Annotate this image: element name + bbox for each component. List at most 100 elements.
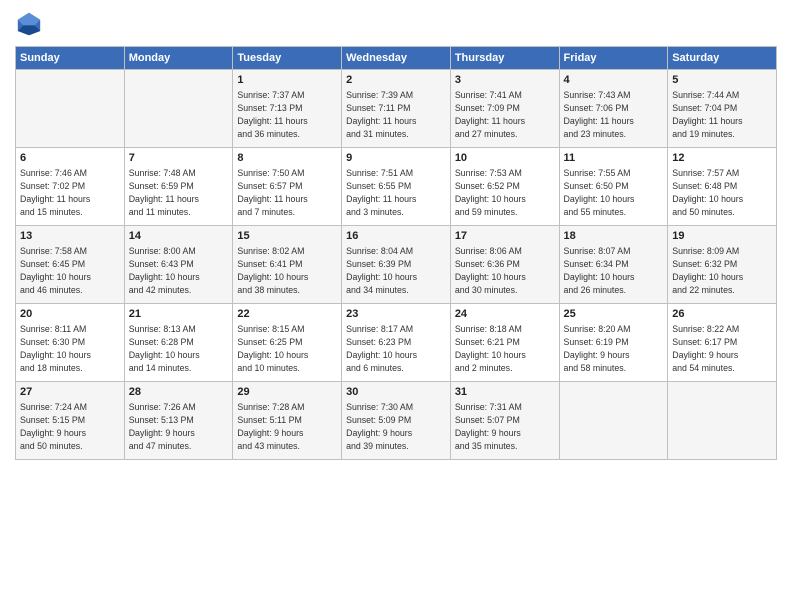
calendar-cell: 22Sunrise: 8:15 AM Sunset: 6:25 PM Dayli…	[233, 304, 342, 382]
day-content: Sunrise: 7:30 AM Sunset: 5:09 PM Dayligh…	[346, 401, 446, 452]
day-number: 26	[672, 307, 772, 322]
day-content: Sunrise: 7:31 AM Sunset: 5:07 PM Dayligh…	[455, 401, 555, 452]
day-content: Sunrise: 8:18 AM Sunset: 6:21 PM Dayligh…	[455, 323, 555, 374]
day-content: Sunrise: 7:24 AM Sunset: 5:15 PM Dayligh…	[20, 401, 120, 452]
day-number: 23	[346, 307, 446, 322]
calendar-cell: 15Sunrise: 8:02 AM Sunset: 6:41 PM Dayli…	[233, 226, 342, 304]
calendar-cell: 19Sunrise: 8:09 AM Sunset: 6:32 PM Dayli…	[668, 226, 777, 304]
calendar-cell: 9Sunrise: 7:51 AM Sunset: 6:55 PM Daylig…	[342, 148, 451, 226]
logo	[15, 10, 47, 38]
page: SundayMondayTuesdayWednesdayThursdayFrid…	[0, 0, 792, 612]
day-number: 18	[564, 229, 664, 244]
day-content: Sunrise: 7:37 AM Sunset: 7:13 PM Dayligh…	[237, 89, 337, 140]
day-content: Sunrise: 8:04 AM Sunset: 6:39 PM Dayligh…	[346, 245, 446, 296]
day-number: 6	[20, 151, 120, 166]
day-number: 21	[129, 307, 229, 322]
calendar-cell: 1Sunrise: 7:37 AM Sunset: 7:13 PM Daylig…	[233, 70, 342, 148]
day-number: 7	[129, 151, 229, 166]
col-header-saturday: Saturday	[668, 47, 777, 70]
day-content: Sunrise: 8:06 AM Sunset: 6:36 PM Dayligh…	[455, 245, 555, 296]
day-content: Sunrise: 7:48 AM Sunset: 6:59 PM Dayligh…	[129, 167, 229, 218]
header	[15, 10, 777, 38]
day-content: Sunrise: 8:11 AM Sunset: 6:30 PM Dayligh…	[20, 323, 120, 374]
day-number: 15	[237, 229, 337, 244]
day-number: 3	[455, 73, 555, 88]
day-number: 28	[129, 385, 229, 400]
calendar-cell: 6Sunrise: 7:46 AM Sunset: 7:02 PM Daylig…	[16, 148, 125, 226]
calendar-cell: 23Sunrise: 8:17 AM Sunset: 6:23 PM Dayli…	[342, 304, 451, 382]
week-row-1: 1Sunrise: 7:37 AM Sunset: 7:13 PM Daylig…	[16, 70, 777, 148]
day-content: Sunrise: 7:51 AM Sunset: 6:55 PM Dayligh…	[346, 167, 446, 218]
day-content: Sunrise: 8:07 AM Sunset: 6:34 PM Dayligh…	[564, 245, 664, 296]
calendar-cell: 13Sunrise: 7:58 AM Sunset: 6:45 PM Dayli…	[16, 226, 125, 304]
calendar-cell: 29Sunrise: 7:28 AM Sunset: 5:11 PM Dayli…	[233, 382, 342, 460]
day-content: Sunrise: 7:39 AM Sunset: 7:11 PM Dayligh…	[346, 89, 446, 140]
calendar-cell: 16Sunrise: 8:04 AM Sunset: 6:39 PM Dayli…	[342, 226, 451, 304]
calendar-cell: 31Sunrise: 7:31 AM Sunset: 5:07 PM Dayli…	[450, 382, 559, 460]
col-header-wednesday: Wednesday	[342, 47, 451, 70]
day-content: Sunrise: 8:22 AM Sunset: 6:17 PM Dayligh…	[672, 323, 772, 374]
calendar-cell: 24Sunrise: 8:18 AM Sunset: 6:21 PM Dayli…	[450, 304, 559, 382]
logo-icon	[15, 10, 43, 38]
calendar-cell: 25Sunrise: 8:20 AM Sunset: 6:19 PM Dayli…	[559, 304, 668, 382]
day-number: 10	[455, 151, 555, 166]
week-row-2: 6Sunrise: 7:46 AM Sunset: 7:02 PM Daylig…	[16, 148, 777, 226]
day-number: 4	[564, 73, 664, 88]
day-number: 17	[455, 229, 555, 244]
day-number: 9	[346, 151, 446, 166]
day-number: 1	[237, 73, 337, 88]
col-header-monday: Monday	[124, 47, 233, 70]
day-content: Sunrise: 7:58 AM Sunset: 6:45 PM Dayligh…	[20, 245, 120, 296]
day-number: 19	[672, 229, 772, 244]
day-content: Sunrise: 7:46 AM Sunset: 7:02 PM Dayligh…	[20, 167, 120, 218]
calendar-table: SundayMondayTuesdayWednesdayThursdayFrid…	[15, 46, 777, 460]
day-number: 30	[346, 385, 446, 400]
day-number: 24	[455, 307, 555, 322]
week-row-5: 27Sunrise: 7:24 AM Sunset: 5:15 PM Dayli…	[16, 382, 777, 460]
day-number: 20	[20, 307, 120, 322]
calendar-cell: 11Sunrise: 7:55 AM Sunset: 6:50 PM Dayli…	[559, 148, 668, 226]
calendar-cell: 21Sunrise: 8:13 AM Sunset: 6:28 PM Dayli…	[124, 304, 233, 382]
calendar-cell	[124, 70, 233, 148]
day-number: 13	[20, 229, 120, 244]
day-number: 25	[564, 307, 664, 322]
week-row-4: 20Sunrise: 8:11 AM Sunset: 6:30 PM Dayli…	[16, 304, 777, 382]
day-content: Sunrise: 8:09 AM Sunset: 6:32 PM Dayligh…	[672, 245, 772, 296]
calendar-cell	[668, 382, 777, 460]
day-content: Sunrise: 7:41 AM Sunset: 7:09 PM Dayligh…	[455, 89, 555, 140]
calendar-cell: 20Sunrise: 8:11 AM Sunset: 6:30 PM Dayli…	[16, 304, 125, 382]
day-number: 12	[672, 151, 772, 166]
calendar-cell: 12Sunrise: 7:57 AM Sunset: 6:48 PM Dayli…	[668, 148, 777, 226]
day-number: 2	[346, 73, 446, 88]
calendar-cell: 4Sunrise: 7:43 AM Sunset: 7:06 PM Daylig…	[559, 70, 668, 148]
calendar-cell: 27Sunrise: 7:24 AM Sunset: 5:15 PM Dayli…	[16, 382, 125, 460]
day-content: Sunrise: 7:26 AM Sunset: 5:13 PM Dayligh…	[129, 401, 229, 452]
calendar-cell: 26Sunrise: 8:22 AM Sunset: 6:17 PM Dayli…	[668, 304, 777, 382]
calendar-cell: 7Sunrise: 7:48 AM Sunset: 6:59 PM Daylig…	[124, 148, 233, 226]
calendar-cell: 30Sunrise: 7:30 AM Sunset: 5:09 PM Dayli…	[342, 382, 451, 460]
day-number: 8	[237, 151, 337, 166]
calendar-cell: 18Sunrise: 8:07 AM Sunset: 6:34 PM Dayli…	[559, 226, 668, 304]
day-content: Sunrise: 8:20 AM Sunset: 6:19 PM Dayligh…	[564, 323, 664, 374]
day-content: Sunrise: 8:15 AM Sunset: 6:25 PM Dayligh…	[237, 323, 337, 374]
calendar-cell: 2Sunrise: 7:39 AM Sunset: 7:11 PM Daylig…	[342, 70, 451, 148]
col-header-friday: Friday	[559, 47, 668, 70]
day-content: Sunrise: 7:44 AM Sunset: 7:04 PM Dayligh…	[672, 89, 772, 140]
col-header-thursday: Thursday	[450, 47, 559, 70]
day-number: 22	[237, 307, 337, 322]
calendar-cell: 28Sunrise: 7:26 AM Sunset: 5:13 PM Dayli…	[124, 382, 233, 460]
day-number: 14	[129, 229, 229, 244]
calendar-cell: 5Sunrise: 7:44 AM Sunset: 7:04 PM Daylig…	[668, 70, 777, 148]
calendar-cell	[559, 382, 668, 460]
day-content: Sunrise: 8:17 AM Sunset: 6:23 PM Dayligh…	[346, 323, 446, 374]
day-content: Sunrise: 7:57 AM Sunset: 6:48 PM Dayligh…	[672, 167, 772, 218]
day-content: Sunrise: 7:53 AM Sunset: 6:52 PM Dayligh…	[455, 167, 555, 218]
day-content: Sunrise: 8:13 AM Sunset: 6:28 PM Dayligh…	[129, 323, 229, 374]
calendar-cell: 3Sunrise: 7:41 AM Sunset: 7:09 PM Daylig…	[450, 70, 559, 148]
day-number: 31	[455, 385, 555, 400]
col-header-sunday: Sunday	[16, 47, 125, 70]
day-number: 16	[346, 229, 446, 244]
calendar-cell: 14Sunrise: 8:00 AM Sunset: 6:43 PM Dayli…	[124, 226, 233, 304]
calendar-cell: 17Sunrise: 8:06 AM Sunset: 6:36 PM Dayli…	[450, 226, 559, 304]
day-content: Sunrise: 7:43 AM Sunset: 7:06 PM Dayligh…	[564, 89, 664, 140]
